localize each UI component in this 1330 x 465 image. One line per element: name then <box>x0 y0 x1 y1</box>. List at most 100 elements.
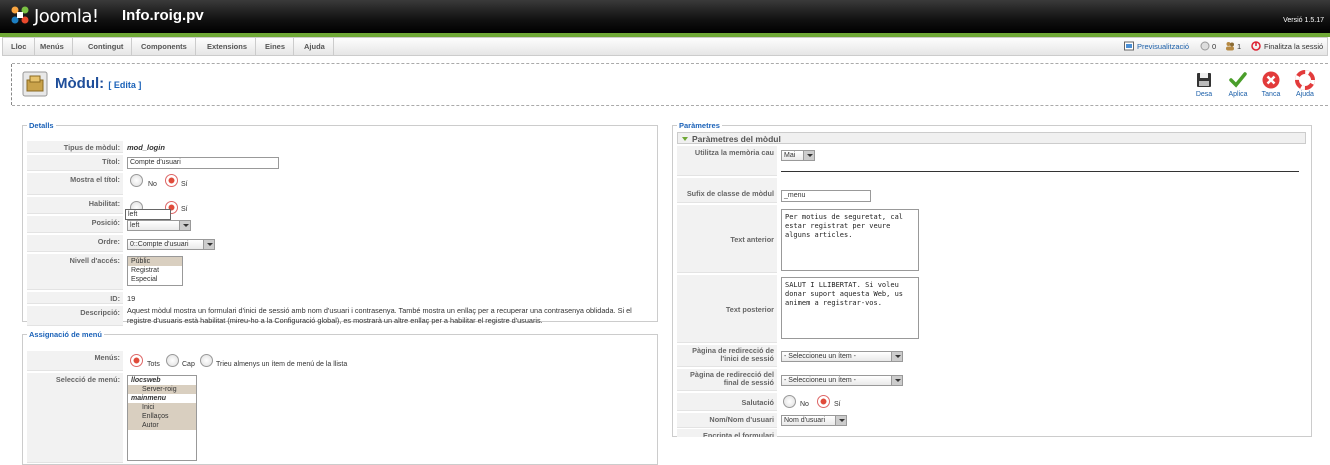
show-title-yes-radio[interactable] <box>165 174 178 187</box>
menus-select-radio[interactable] <box>200 354 213 367</box>
id-value: 19 <box>127 294 136 303</box>
pre-text-label: Text anterior <box>677 205 777 273</box>
show-title-no-label: No <box>148 181 157 188</box>
logout-icon[interactable] <box>1251 41 1261 51</box>
pre-text-textarea[interactable]: Per motius de seguretat, cal estar regis… <box>781 209 919 271</box>
menus-select-label: Trieu almenys un ítem de menú de la llis… <box>216 361 348 368</box>
site-name: Info.roig.pv <box>122 7 204 24</box>
menu-components[interactable]: Components <box>133 38 196 55</box>
login-redirect-label: Pàgina de redirecció de l'inici de sessi… <box>677 345 777 367</box>
suffix-label: Sufix de classe de mòdul <box>677 178 777 203</box>
menu-contingut[interactable]: Contingut <box>80 38 133 55</box>
separator-line <box>781 171 1299 172</box>
close-icon <box>1262 71 1280 89</box>
order-label: Ordre: <box>27 235 123 252</box>
module-icon <box>22 71 48 97</box>
access-option[interactable]: Registrat <box>128 266 182 275</box>
menu-menus[interactable]: Menús <box>32 38 73 55</box>
menu-eines[interactable]: Eines <box>257 38 295 55</box>
parameters-legend: Paràmetres <box>679 121 720 130</box>
menu-assignment-legend: Assignació de menú <box>29 330 102 339</box>
menus-all-radio[interactable] <box>130 354 143 367</box>
name-select[interactable]: Nom d'usuari <box>781 415 847 426</box>
menu-extensions[interactable]: Extensions <box>199 38 257 55</box>
title-input[interactable]: Compte d'usuari <box>127 157 279 169</box>
show-title-no-radio[interactable] <box>130 174 143 187</box>
access-label: Nivell d'accés: <box>27 254 123 290</box>
position-label: Posició: <box>27 216 123 233</box>
menus-label: Menús: <box>27 351 123 371</box>
messages-count[interactable]: 0 <box>1212 42 1216 51</box>
position-select[interactable]: left <box>127 220 191 231</box>
access-option[interactable]: Especial <box>128 275 182 284</box>
preview-link[interactable]: Previsualització <box>1137 42 1189 51</box>
main-menu-bar: Lloc Menús Contingut Components Extensio… <box>2 37 1328 56</box>
parameters-fieldset: Paràmetres Paràmetres del mòdul Utilitza… <box>672 121 1312 437</box>
cache-select[interactable]: Mai <box>781 150 815 161</box>
show-title-label: Mostra el títol: <box>27 173 123 195</box>
module-params-header[interactable]: Paràmetres del mòdul <box>677 132 1306 144</box>
name-label: Nom/Nom d'usuari <box>677 413 777 428</box>
menu-group-heading[interactable]: llocsweb <box>128 376 196 385</box>
messages-icon[interactable] <box>1200 41 1210 51</box>
menus-none-label: Cap <box>182 361 195 368</box>
suffix-input[interactable]: _menu <box>781 190 871 202</box>
type-value: mod_login <box>127 143 165 152</box>
menu-selection-label: Selecció de menú: <box>27 373 123 463</box>
greeting-yes-radio[interactable] <box>817 395 830 408</box>
menu-lloc[interactable]: Lloc <box>3 38 36 55</box>
logout-redirect-select[interactable]: - Seleccioneu un ítem - <box>781 375 903 386</box>
joomla-logo-text: Joomla! <box>34 6 99 27</box>
access-option[interactable]: Públic <box>128 257 182 266</box>
position-tooltip: left <box>125 209 171 220</box>
preview-icon[interactable] <box>1124 41 1134 51</box>
description-label: Descripció: <box>27 306 123 326</box>
show-title-yes-label: Sí <box>181 181 188 188</box>
type-label: Tipus de mòdul: <box>27 141 123 153</box>
toolbar-box: Mòdul: [ Edita ] Desa Aplica Tanca Ajuda <box>11 63 1328 106</box>
greeting-label: Salutació <box>677 393 777 411</box>
greeting-yes-label: Sí <box>834 401 841 408</box>
encrypt-label: Encripta el formulari <box>677 429 777 437</box>
version-label: Versió 1.5.17 <box>1283 17 1324 24</box>
menu-ajuda[interactable]: Ajuda <box>296 38 334 55</box>
enabled-label: Habilitat: <box>27 197 123 214</box>
checkmark-icon <box>1229 72 1247 88</box>
title-label: Títol: <box>27 155 123 171</box>
greeting-no-label: No <box>800 401 809 408</box>
id-label: ID: <box>27 292 123 304</box>
logout-link[interactable]: Finalitza la sessió <box>1264 42 1323 51</box>
lifebuoy-icon <box>1295 70 1315 90</box>
menu-group-heading[interactable]: mainmenu <box>128 394 196 403</box>
description-text: Aquest mòdul mostra un formulari d'inici… <box>127 306 632 325</box>
enabled-yes-label: Sí <box>181 206 188 213</box>
menus-all-label: Tots <box>147 361 160 368</box>
save-button[interactable]: Desa <box>1189 70 1219 98</box>
order-select[interactable]: 0::Compte d'usuari <box>127 239 215 250</box>
menu-item-option[interactable]: Inici <box>128 403 196 412</box>
top-header: Joomla! Info.roig.pv Versió 1.5.17 <box>0 0 1330 33</box>
details-fieldset: Detalls Tipus de mòdul: mod_login Títol:… <box>22 121 658 326</box>
close-button[interactable]: Tanca <box>1256 70 1286 98</box>
cache-label: Utilitza la memòria cau <box>677 146 777 176</box>
joomla-logo-icon <box>11 6 29 24</box>
post-text-label: Text posterior <box>677 275 777 343</box>
menu-assignment-fieldset: Assignació de menú Menús: Tots Cap Trieu… <box>22 330 658 465</box>
login-redirect-select[interactable]: - Seleccioneu un ítem - <box>781 351 903 362</box>
menu-selection-list[interactable]: llocsweb Server-roig mainmenu Inici Enllaços… <box>127 375 197 461</box>
logout-redirect-label: Pàgina de redirecció del final de sessió <box>677 369 777 391</box>
page-title: Mòdul: [ Edita ] <box>55 75 142 92</box>
greeting-no-radio[interactable] <box>783 395 796 408</box>
menu-item-option[interactable]: Server-roig <box>128 385 196 394</box>
users-icon[interactable] <box>1225 41 1235 51</box>
save-icon <box>1197 73 1211 87</box>
menus-none-radio[interactable] <box>166 354 179 367</box>
page-subtitle: [ Edita ] <box>108 80 142 90</box>
post-text-textarea[interactable]: SALUT I LLIBERTAT. Si voleu donar suport… <box>781 277 919 339</box>
help-button[interactable]: Ajuda <box>1290 70 1320 98</box>
access-list[interactable]: Públic Registrat Especial <box>127 256 183 286</box>
users-count[interactable]: 1 <box>1237 42 1241 51</box>
menu-item-option[interactable]: Autor <box>128 421 196 430</box>
menu-item-option[interactable]: Enllaços <box>128 412 196 421</box>
apply-button[interactable]: Aplica <box>1223 70 1253 98</box>
